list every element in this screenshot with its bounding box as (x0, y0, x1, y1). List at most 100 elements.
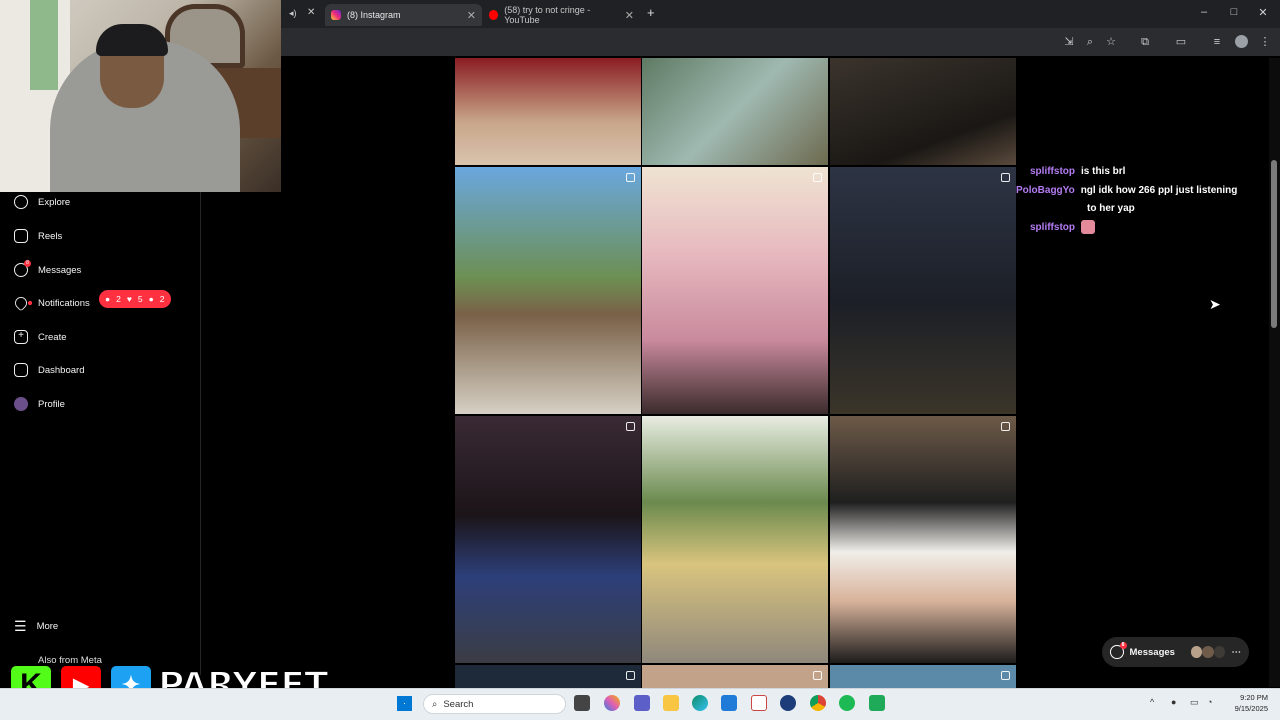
post-tile[interactable] (455, 416, 641, 663)
copilot-icon[interactable] (604, 695, 620, 711)
chat-username: spliffstop (1030, 166, 1075, 177)
chat-message: spliffstop (1030, 219, 1095, 236)
post-tile[interactable] (455, 58, 641, 165)
task-view-icon[interactable] (574, 695, 590, 711)
install-app-icon[interactable]: ⇲ (1062, 35, 1076, 49)
avatar-icon (14, 397, 28, 411)
messages-badge: 8 (24, 260, 31, 267)
app-icon[interactable] (751, 695, 767, 711)
follow-count: 2 (159, 294, 165, 304)
tray-wifi-icon[interactable]: ◔ (1207, 697, 1212, 707)
system-clock[interactable]: 9:20 PM 9/15/2025 (1220, 692, 1268, 714)
discord-icon[interactable] (780, 695, 796, 711)
speaker-icon[interactable]: ◂) (289, 8, 297, 19)
plus-square-icon: + (14, 330, 28, 344)
bookmark-star-icon[interactable]: ☆ (1104, 35, 1118, 49)
page-scrollbar[interactable] (1269, 58, 1280, 687)
taskbar-search[interactable]: ⌕ Search (423, 694, 566, 714)
extensions-icon[interactable]: ⧉ (1138, 35, 1152, 49)
tray-mic-icon[interactable]: ● (1171, 697, 1176, 707)
post-tile[interactable] (455, 167, 641, 414)
post-tile[interactable] (830, 665, 1016, 688)
chrome-icon[interactable] (810, 695, 826, 711)
tab-youtube[interactable]: (58) try to not cringe - YouTube ✕ (483, 4, 640, 26)
menu-kebab-icon[interactable]: ⋮ (1258, 35, 1272, 49)
messages-floating-button[interactable]: 8 Messages ⋯ (1102, 637, 1249, 667)
carousel-icon (813, 671, 822, 680)
sidebar-item-messages[interactable]: 8 Messages (14, 260, 81, 280)
tray-display-icon[interactable]: ▭ (1190, 697, 1199, 708)
sidebar-item-label: Profile (38, 398, 65, 410)
sidebar-item-reels[interactable]: Reels (14, 226, 62, 246)
post-tile[interactable] (642, 167, 828, 414)
comment-count: 2 (116, 294, 121, 304)
avatar (1202, 646, 1214, 658)
avatar (1190, 646, 1203, 658)
profile-avatar-icon[interactable] (1235, 35, 1248, 48)
store-icon[interactable] (721, 695, 737, 711)
teams-icon[interactable] (634, 695, 650, 711)
sidebar-item-more[interactable]: ☰ More (14, 616, 58, 636)
sidebar-item-label: More (36, 620, 59, 632)
close-icon[interactable]: ✕ (467, 9, 476, 22)
tab-label: (58) try to not cringe - YouTube (504, 5, 591, 25)
comment-icon: ● (105, 294, 111, 304)
webcam-jacket (30, 0, 58, 90)
chat-emote-icon (1081, 220, 1095, 235)
chat-username: PoloBaggYo (1016, 185, 1075, 196)
like-count: 5 (137, 294, 143, 304)
post-tile[interactable] (830, 58, 1016, 165)
sidebar-item-profile[interactable]: Profile (14, 394, 65, 414)
webcam-overlay (0, 0, 281, 192)
sidebar-item-label: Explore (38, 196, 71, 208)
sidebar-item-notifications[interactable]: Notifications (12, 293, 90, 313)
post-tile[interactable] (642, 665, 828, 688)
hamburger-icon: ☰ (14, 617, 27, 634)
sidebar-item-create[interactable]: + Create (14, 327, 67, 347)
close-icon[interactable]: ✕ (625, 9, 634, 22)
tab-instagram[interactable]: (8) Instagram ✕ (325, 4, 482, 26)
compass-icon (14, 195, 28, 209)
messenger-icon: 8 (14, 260, 31, 277)
chat-message: PoloBaggYo ngl idk how 266 ppl just liste… (1016, 182, 1237, 199)
carousel-icon (1001, 173, 1010, 182)
notifications-pill[interactable]: ● 2 ♥ 5 ● 2 (99, 290, 171, 308)
instagram-icon (331, 10, 341, 20)
carousel-icon (1001, 422, 1010, 431)
media-control-icon[interactable]: ≡ (1210, 35, 1224, 49)
post-tile[interactable] (830, 167, 1016, 414)
app-green-icon[interactable] (869, 695, 885, 711)
webcam-durag (96, 24, 168, 56)
sidebar-item-dashboard[interactable]: Dashboard (14, 360, 84, 380)
post-tile[interactable] (642, 416, 828, 663)
minimize-button[interactable]: – (1197, 6, 1211, 18)
messages-label: Messages (1129, 646, 1175, 658)
tray-chevron-icon[interactable]: ^ (1150, 697, 1154, 707)
like-icon: ♥ (126, 294, 132, 304)
tab-close-pinned-icon[interactable]: ✕ (307, 7, 315, 18)
chat-text: ngl idk how 266 ppl just listening (1080, 185, 1238, 196)
sidebar-item-label: Reels (38, 230, 63, 242)
windows-start-icon[interactable] (397, 696, 412, 711)
chart-icon (14, 363, 28, 377)
youtube-icon (489, 10, 499, 20)
cast-icon[interactable]: ▭ (1174, 35, 1188, 49)
post-tile[interactable] (830, 416, 1016, 663)
follow-icon: ● (148, 294, 154, 304)
carousel-icon (626, 671, 635, 680)
file-explorer-icon[interactable] (663, 695, 679, 711)
new-tab-button[interactable]: + (647, 5, 655, 20)
scrollbar-thumb[interactable] (1271, 160, 1277, 328)
chat-message-continued: to her yap (1087, 200, 1135, 217)
tab-label: (8) Instagram (347, 10, 401, 20)
post-tile[interactable] (455, 665, 641, 688)
sidebar-item-explore[interactable]: Explore (14, 192, 70, 212)
search-placeholder: Search (443, 698, 474, 710)
maximize-button[interactable]: □ (1227, 6, 1241, 18)
zoom-icon[interactable]: ⌕ (1083, 35, 1097, 49)
close-window-button[interactable]: ✕ (1256, 6, 1270, 19)
post-tile[interactable] (642, 58, 828, 165)
messenger-icon: 8 (1110, 642, 1127, 659)
spotify-icon[interactable] (839, 695, 855, 711)
edge-icon[interactable] (692, 695, 708, 711)
